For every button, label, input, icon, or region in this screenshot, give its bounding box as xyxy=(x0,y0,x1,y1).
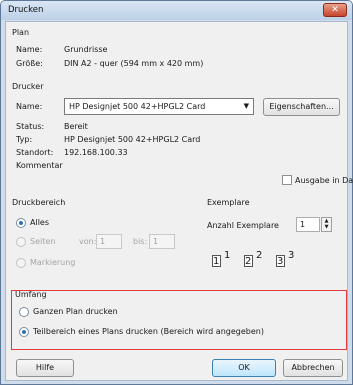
range-to-input[interactable]: 1 xyxy=(149,234,175,249)
spin-down-icon: ▼ xyxy=(324,224,329,230)
printer-status-value: Bereit xyxy=(64,122,88,131)
scope-partial-label: Teilbereich eines Plans drucken (Bereich… xyxy=(33,327,264,336)
scope-whole-plan-radio[interactable] xyxy=(19,307,29,317)
properties-button[interactable]: Eigenschaften... xyxy=(263,98,340,116)
ok-button[interactable]: OK xyxy=(212,359,276,377)
range-from-label: von: xyxy=(79,237,97,246)
range-group-title: Druckbereich xyxy=(12,198,66,207)
title-bar: Drucken ✕ xyxy=(1,1,352,20)
printer-location-label: Standort: xyxy=(16,148,54,157)
plan-size-label: Größe: xyxy=(16,59,43,68)
plan-name-label: Name: xyxy=(16,45,43,54)
plan-size-value: DIN A2 - quer (594 mm x 420 mm) xyxy=(64,59,204,68)
scope-partial-radio[interactable] xyxy=(19,327,29,337)
range-all-label: Alles xyxy=(30,218,50,227)
printer-type-value: HP Designjet 500 42+HPGL2 Card xyxy=(64,135,201,144)
plan-group-title: Plan xyxy=(12,28,30,37)
print-to-file-label: Ausgabe in Datei xyxy=(295,176,353,185)
printer-status-label: Status: xyxy=(16,122,45,131)
copies-group-title: Exemplare xyxy=(207,198,250,207)
dropdown-arrow-icon: ▼ xyxy=(243,102,249,110)
scope-group-highlight: Umfang Ganzen Plan drucken Teilbereich e… xyxy=(11,290,347,350)
range-from-input[interactable]: 1 xyxy=(96,234,122,249)
range-selection-label: Markierung xyxy=(30,258,76,267)
printer-group-title: Drucker xyxy=(12,82,44,91)
copies-count-input[interactable]: 1 xyxy=(296,217,320,232)
range-pages-radio[interactable] xyxy=(16,237,26,247)
scope-whole-plan-label: Ganzen Plan drucken xyxy=(33,307,118,316)
close-button[interactable]: ✕ xyxy=(323,3,347,17)
printer-select-value: HP Designjet 500 42+HPGL2 Card xyxy=(69,102,206,111)
collate-digit: 2 xyxy=(245,256,252,267)
collate-digit: 3 xyxy=(288,250,295,261)
range-pages-label: Seiten xyxy=(30,237,56,246)
copies-spinner[interactable]: ▲ ▼ xyxy=(321,217,332,232)
printer-select[interactable]: HP Designjet 500 42+HPGL2 Card ▼ xyxy=(64,98,254,115)
cancel-button[interactable]: Abbrechen xyxy=(283,359,343,377)
scope-group-title: Umfang xyxy=(15,290,47,299)
printer-name-label: Name: xyxy=(16,102,43,111)
print-dialog: Drucken ✕ Plan Name: Grundrisse Größe: D… xyxy=(0,0,353,385)
collate-digit: 1 xyxy=(213,256,220,267)
range-all-radio[interactable] xyxy=(16,218,26,228)
window-title: Drucken xyxy=(8,5,44,15)
plan-name-value: Grundrisse xyxy=(64,45,108,54)
collate-digit: 3 xyxy=(277,256,284,267)
collate-digit: 1 xyxy=(224,250,231,261)
help-button[interactable]: Hilfe xyxy=(16,359,74,377)
close-icon: ✕ xyxy=(331,5,339,15)
dialog-body: Plan Name: Grundrisse Größe: DIN A2 - qu… xyxy=(5,21,353,381)
copies-count-label: Anzahl Exemplare xyxy=(207,221,279,230)
printer-location-value: 192.168.100.33 xyxy=(64,148,128,157)
collate-digit: 2 xyxy=(256,250,263,261)
range-to-label: bis: xyxy=(133,237,148,246)
print-to-file-checkbox[interactable] xyxy=(282,175,292,185)
printer-comment-label: Kommentar xyxy=(16,161,63,170)
printer-type-label: Typ: xyxy=(16,135,33,144)
range-selection-radio[interactable] xyxy=(16,258,26,268)
